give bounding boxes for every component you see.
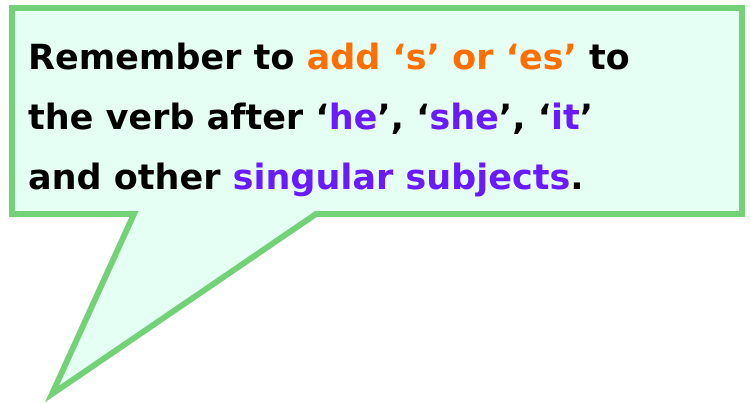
line1-part-3: to [576, 38, 630, 78]
speech-bubble-slide: Remember to add ‘s’ or ‘es’ to the verb … [0, 0, 750, 403]
line2-part-7: ’ [579, 98, 594, 138]
message-line-1: Remember to add ‘s’ or ‘es’ to [28, 28, 728, 88]
line1-highlight-add-s-or-es: add ‘s’ or ‘es’ [306, 38, 577, 78]
line2-part-3: ’, ‘ [377, 98, 430, 138]
line3-part-3: . [570, 158, 584, 198]
line2-part-5: ’, ‘ [498, 98, 551, 138]
line3-part-1: and other [28, 158, 233, 198]
line2-highlight-he: he [328, 98, 378, 138]
bubble-message: Remember to add ‘s’ or ‘es’ to the verb … [28, 28, 728, 208]
message-line-2: the verb after ‘he’, ‘she’, ‘it’ [28, 88, 728, 148]
line2-highlight-it: it [551, 98, 580, 138]
message-line-3: and other singular subjects. [28, 148, 728, 208]
line2-highlight-she: she [429, 98, 499, 138]
line1-part-1: Remember to [28, 38, 307, 78]
line3-highlight-singular-subjects: singular subjects [232, 158, 571, 198]
line2-part-1: the verb after ‘ [28, 98, 329, 138]
